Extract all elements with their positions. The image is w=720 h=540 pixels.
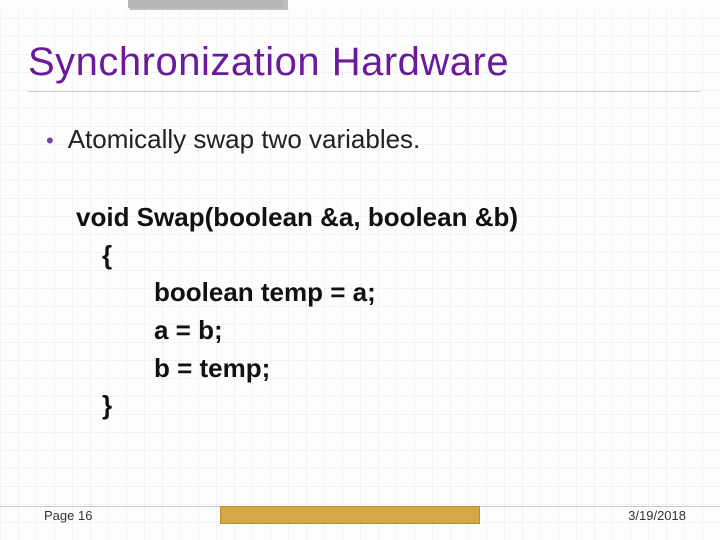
bullet-text: Atomically swap two variables. — [68, 124, 421, 155]
code-block: void Swap(boolean &a, boolean &b) { bool… — [76, 199, 700, 425]
code-signature: void Swap(boolean &a, boolean &b) — [76, 199, 700, 237]
footer-accent-box — [220, 506, 480, 524]
code-line-1: boolean temp = a; — [154, 274, 700, 312]
slide-title: Synchronization Hardware — [28, 40, 700, 92]
slide-content: Synchronization Hardware • Atomically sw… — [0, 0, 720, 540]
slide-date: 3/19/2018 — [628, 508, 686, 523]
footer: Page 16 3/19/2018 — [0, 506, 720, 528]
code-close-brace: } — [102, 387, 700, 425]
page-number: Page 16 — [44, 508, 92, 523]
bullet-item: • Atomically swap two variables. — [46, 124, 700, 155]
code-open-brace: { — [102, 237, 700, 275]
code-line-2: a = b; — [154, 312, 700, 350]
bullet-icon: • — [46, 130, 54, 152]
code-line-3: b = temp; — [154, 350, 700, 388]
